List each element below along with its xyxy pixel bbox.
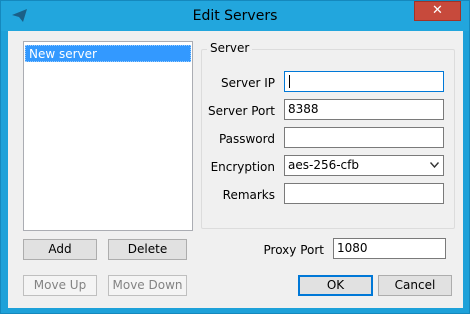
server-ip-field[interactable] [284, 71, 444, 92]
server-port-label: Server Port [208, 104, 275, 118]
encryption-label: Encryption [210, 160, 275, 174]
chevron-down-icon [430, 162, 439, 168]
ok-button-label: OK [326, 278, 345, 292]
move-up-button[interactable]: Move Up [23, 275, 97, 296]
delete-button-label: Delete [127, 242, 168, 256]
move-down-button-label: Move Down [112, 278, 183, 292]
title-bar[interactable]: Edit Servers ✕ [1, 1, 469, 31]
dialog-body: New server Add Delete Move Up Move Down … [8, 31, 463, 308]
encryption-select[interactable]: aes-256-cfb [284, 155, 444, 176]
move-up-button-label: Move Up [33, 278, 87, 292]
server-port-field[interactable]: 8388 [284, 99, 444, 120]
password-label: Password [218, 132, 275, 146]
cancel-button[interactable]: Cancel [378, 275, 452, 296]
proxy-port-label: Proxy Port [263, 243, 324, 257]
move-down-button[interactable]: Move Down [108, 275, 187, 296]
encryption-value: aes-256-cfb [288, 158, 359, 172]
close-icon: ✕ [432, 3, 443, 18]
add-button[interactable]: Add [23, 239, 97, 260]
window-title: Edit Servers [192, 8, 278, 24]
text-caret [289, 75, 290, 88]
delete-button[interactable]: Delete [108, 239, 187, 260]
cancel-button-label: Cancel [394, 278, 436, 292]
remarks-label: Remarks [222, 188, 275, 202]
edit-servers-window: Edit Servers ✕ New server Add Delete Mov… [0, 0, 470, 314]
password-field[interactable] [284, 127, 444, 148]
ok-button[interactable]: OK [298, 275, 373, 296]
server-group-legend: Server [207, 41, 253, 55]
proxy-port-field[interactable]: 1080 [333, 238, 446, 259]
server-list-item[interactable]: New server [25, 45, 191, 62]
server-ip-label: Server IP [221, 76, 275, 90]
close-button[interactable]: ✕ [414, 1, 461, 21]
add-button-label: Add [48, 242, 72, 256]
remarks-field[interactable] [284, 183, 444, 204]
server-list[interactable]: New server [23, 41, 193, 231]
